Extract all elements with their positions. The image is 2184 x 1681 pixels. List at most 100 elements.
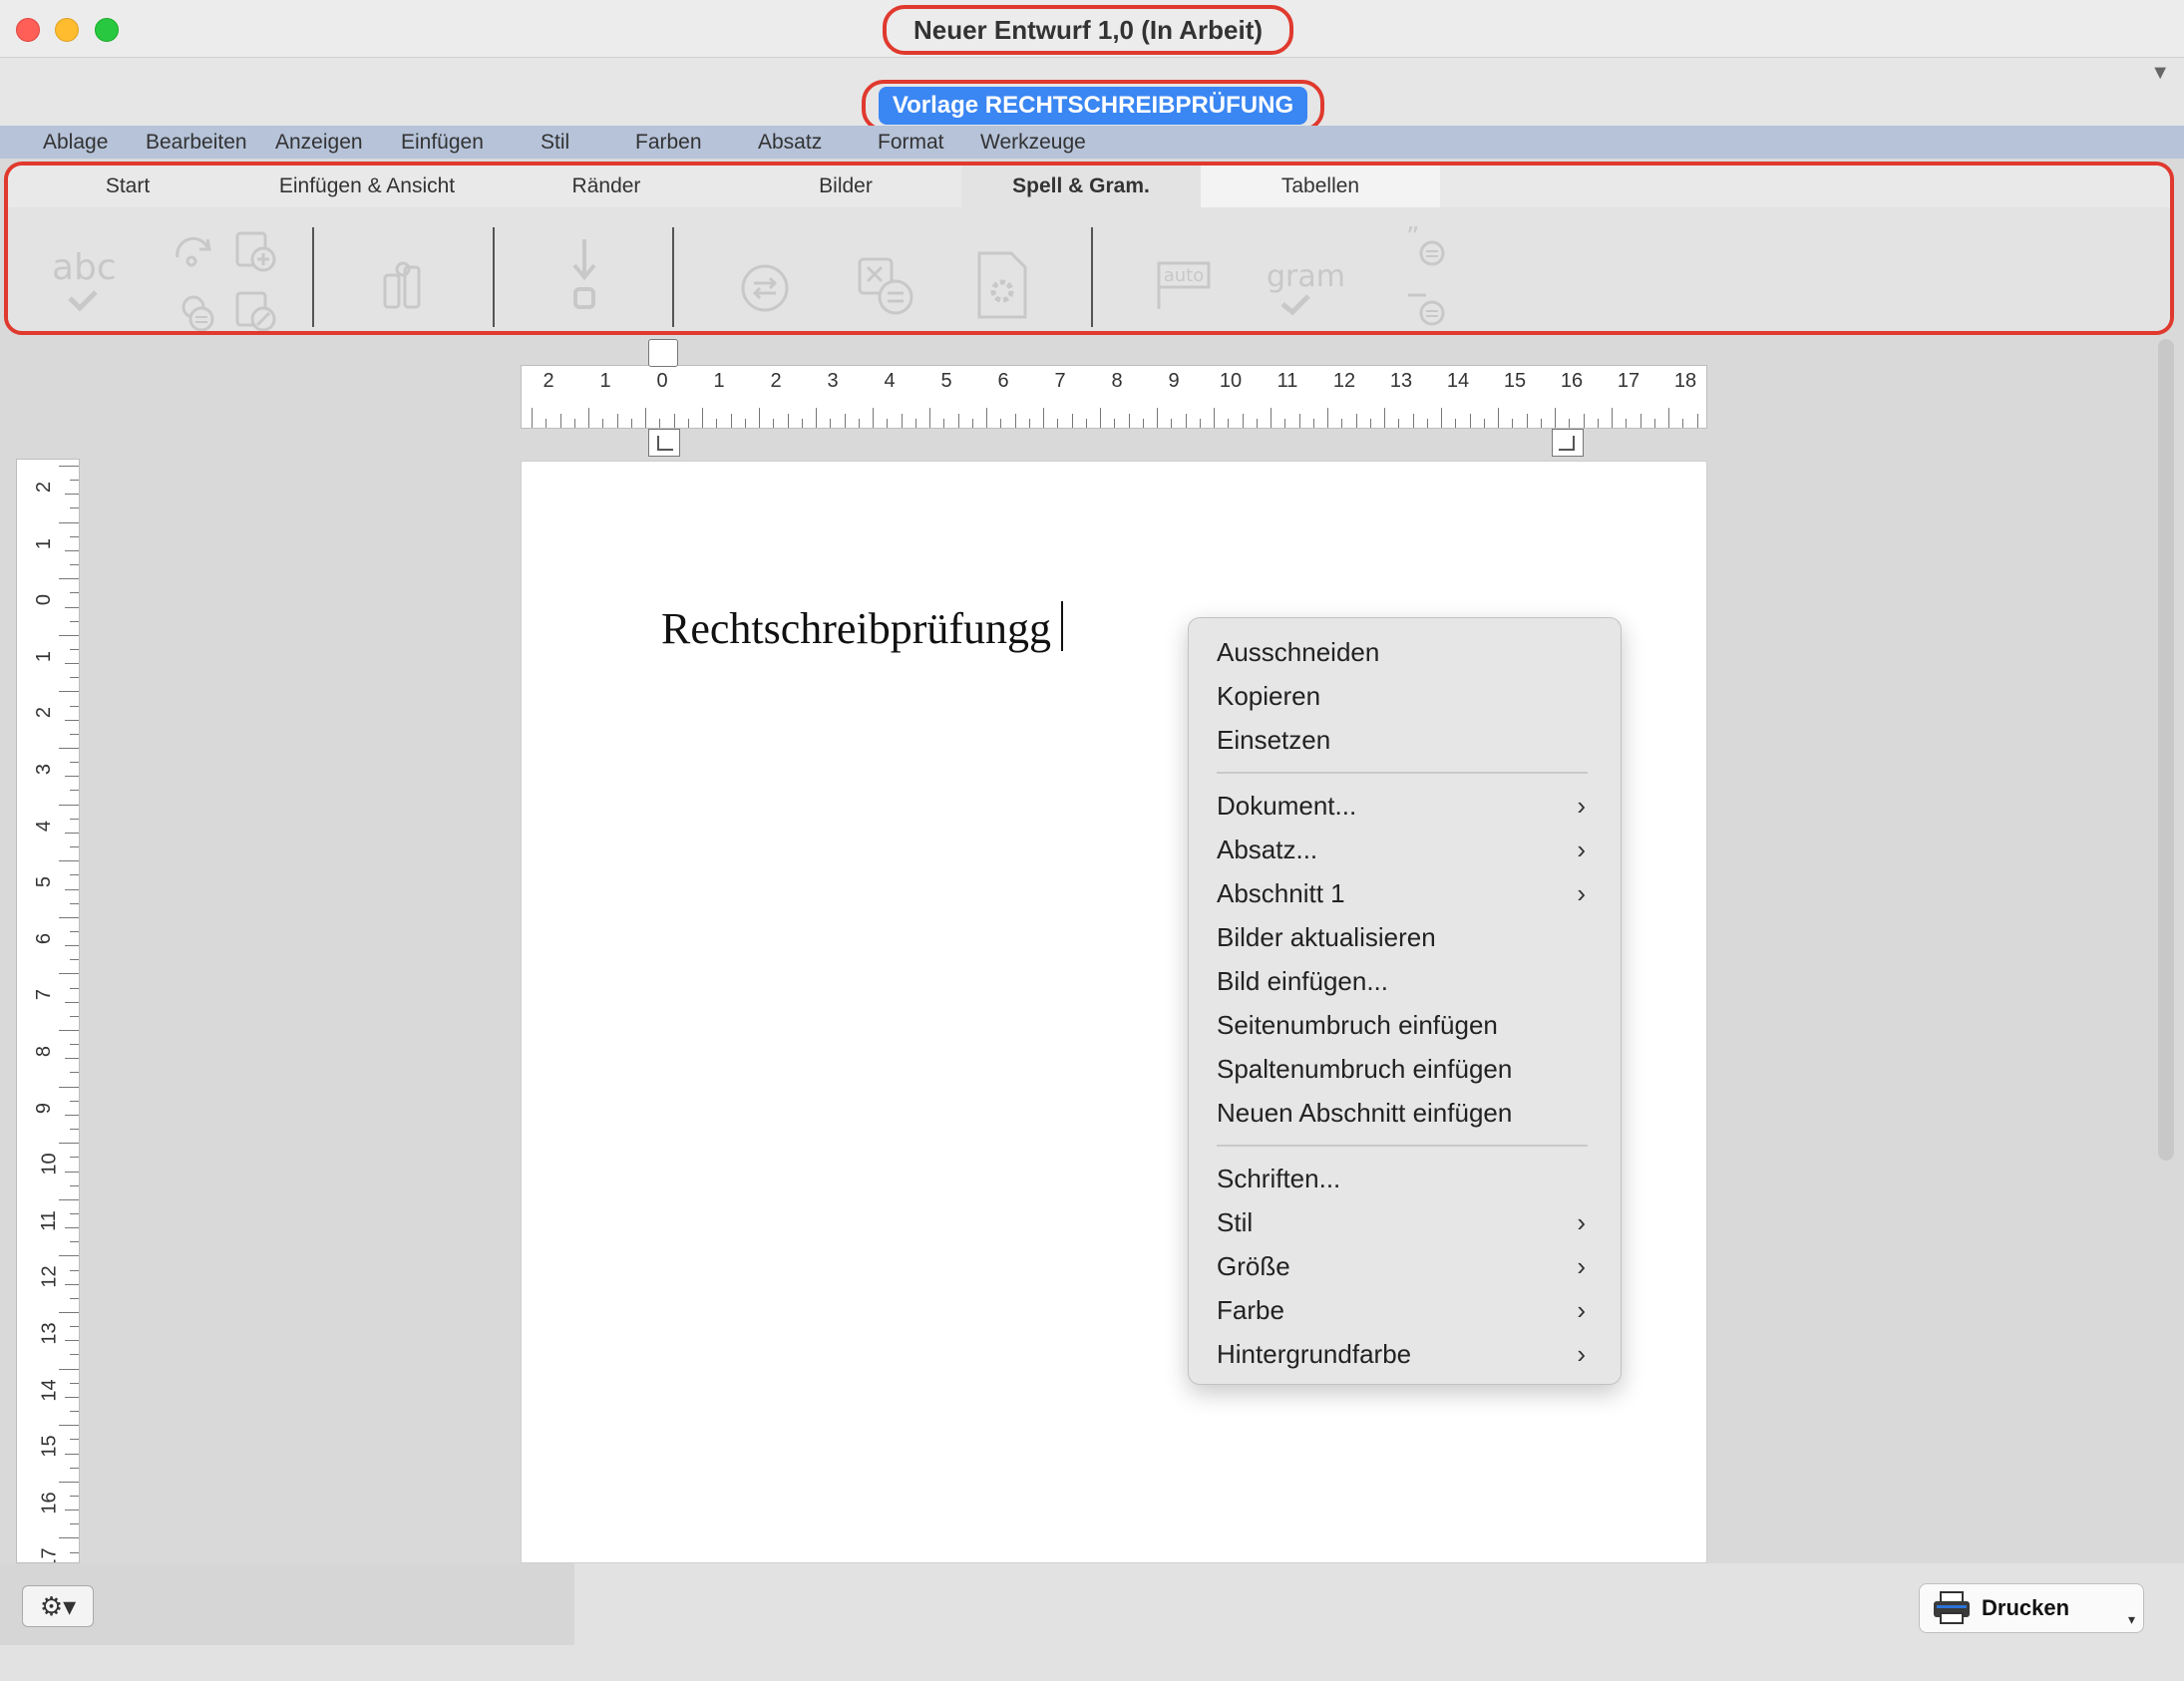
menu-item-label: Abschnitt 1 xyxy=(1217,877,1345,908)
ruler-tick xyxy=(1653,419,1655,428)
context-menu-item[interactable]: Neuen Abschnitt einfügen xyxy=(1217,1091,1606,1135)
ruler-label: 5 xyxy=(33,876,56,888)
ruler-label: 4 xyxy=(884,370,896,392)
print-button[interactable]: Drucken ▾ xyxy=(1919,1583,2144,1633)
ruler-tick xyxy=(65,1453,79,1455)
tab-raender[interactable]: Ränder xyxy=(487,166,726,207)
spell-settings-icon[interactable] xyxy=(973,247,1031,323)
context-menu-item[interactable]: Abschnitt 1 › xyxy=(1217,871,1606,915)
ruler-tick xyxy=(65,1171,79,1173)
next-error-icon[interactable] xyxy=(564,235,604,311)
right-margin-marker[interactable] xyxy=(1552,429,1584,457)
remove-dictionary-icon[interactable] xyxy=(233,289,279,331)
template-badge[interactable]: Vorlage RECHTSCHREIBPRÜFUNG xyxy=(878,87,1308,125)
ignore-word-icon[interactable] xyxy=(176,289,221,331)
context-menu-item[interactable]: Spaltenumbruch einfügen xyxy=(1217,1047,1606,1091)
ribbon-tabs: Start Einfügen & Ansicht Ränder Bilder S… xyxy=(8,166,2170,207)
close-window-button[interactable] xyxy=(16,18,40,42)
context-menu-item[interactable]: Bild einfügen... xyxy=(1217,959,1606,1003)
ruler-label: 1 xyxy=(713,370,725,392)
ruler-tick xyxy=(1455,419,1457,428)
ruler-label: 1 xyxy=(599,370,611,392)
menu-format[interactable]: Format xyxy=(878,131,944,155)
tab-start[interactable]: Start xyxy=(8,166,247,207)
ruler-tick xyxy=(1199,419,1201,428)
context-menu-item[interactable]: Einsetzen xyxy=(1217,718,1606,762)
ruler-tick xyxy=(65,1058,79,1060)
menu-absatz[interactable]: Absatz xyxy=(758,131,822,155)
menu-bearbeiten[interactable]: Bearbeiten xyxy=(146,131,247,155)
menu-anzeigen[interactable]: Anzeigen xyxy=(275,131,363,155)
context-menu-item[interactable]: Seitenumbruch einfügen xyxy=(1217,1003,1606,1047)
context-menu-item[interactable]: Absatz... › xyxy=(1217,828,1606,871)
menu-stil[interactable]: Stil xyxy=(541,131,569,155)
context-menu-item[interactable]: Ausschneiden xyxy=(1217,630,1606,674)
spellcheck-abc-icon[interactable]: abc xyxy=(52,247,117,314)
ruler-tick xyxy=(70,762,79,764)
menu-werkzeuge[interactable]: Werkzeuge xyxy=(980,131,1086,155)
ruler-tick xyxy=(70,1269,79,1271)
language-icon[interactable] xyxy=(379,257,427,311)
print-dropdown-icon[interactable]: ▾ xyxy=(2128,1611,2135,1628)
ruler-tick xyxy=(70,733,79,735)
vertical-scrollbar[interactable] xyxy=(2158,339,2174,1161)
add-dictionary-icon[interactable] xyxy=(233,229,279,275)
context-menu-item[interactable]: Schriften... xyxy=(1217,1157,1606,1200)
ruler-tick xyxy=(1128,414,1130,428)
context-menu-item[interactable]: Kopieren xyxy=(1217,674,1606,718)
ruler-label: 5 xyxy=(940,370,952,392)
window-title: Neuer Entwurf 1,0 (In Arbeit) xyxy=(912,14,1264,45)
context-menu-item[interactable]: Bilder aktualisieren xyxy=(1217,915,1606,959)
ruler-tick xyxy=(1696,414,1698,428)
collapse-arrow-icon[interactable]: ▼ xyxy=(2150,62,2170,85)
ruler-tick xyxy=(1228,419,1230,428)
context-menu-item[interactable]: Farbe › xyxy=(1217,1288,1606,1332)
app-window: Neuer Entwurf 1,0 (In Arbeit) ▼ Vorlage … xyxy=(0,0,2184,1681)
quote-replace-icon[interactable]: ” xyxy=(1404,225,1448,269)
ruler-tick xyxy=(759,408,760,428)
tab-einfuegen-ansicht[interactable]: Einfügen & Ansicht xyxy=(247,166,487,207)
ruler-tick xyxy=(1100,408,1101,428)
printer-icon xyxy=(1934,1591,1970,1624)
context-menu-item[interactable]: Hintergrundfarbe › xyxy=(1217,1332,1606,1376)
menu-ablage[interactable]: Ablage xyxy=(43,131,108,155)
gear-menu-button[interactable]: ⚙▾ xyxy=(22,1585,94,1627)
dash-replace-icon[interactable] xyxy=(1404,285,1448,329)
ruler-label: 0 xyxy=(656,370,668,392)
ruler-label: 8 xyxy=(1111,370,1123,392)
context-menu-item[interactable]: Größe › xyxy=(1217,1244,1606,1288)
left-margin-marker[interactable] xyxy=(648,429,680,457)
ruler-tick xyxy=(645,408,646,428)
auto-correct-icon[interactable]: auto xyxy=(1153,257,1215,313)
context-menu-item[interactable]: Stil › xyxy=(1217,1200,1606,1244)
vertical-ruler[interactable]: 2 1 0 1 2 3 4 5 6 7 8 9 10 11 12 13 14 15 16 17 xyxy=(16,459,80,1563)
horizontal-ruler[interactable]: 2 1 0 1 2 3 4 5 6 7 8 9 10 11 12 13 14 15 16 17 18 xyxy=(521,365,1707,429)
grammar-check-icon[interactable]: gram xyxy=(1267,259,1345,318)
minimize-window-button[interactable] xyxy=(55,18,79,42)
ruler-tick xyxy=(1256,419,1258,428)
ruler-tick xyxy=(70,987,79,989)
context-menu-item[interactable]: Dokument... › xyxy=(1217,784,1606,828)
document-text[interactable]: Rechtschreibprüfungg xyxy=(661,601,1063,654)
ruler-tick xyxy=(70,959,79,961)
ruler-tick xyxy=(70,535,79,537)
replace-all-icon[interactable] xyxy=(856,255,917,317)
tab-tabellen[interactable]: Tabellen xyxy=(1201,166,1440,207)
ruler-label: 14 xyxy=(1446,370,1470,392)
ruler-tick xyxy=(943,419,945,428)
ruler-label: 9 xyxy=(33,1102,56,1114)
ruler-tick xyxy=(1555,408,1556,428)
zoom-window-button[interactable] xyxy=(95,18,119,42)
ruler-tick xyxy=(929,408,930,428)
recheck-icon[interactable] xyxy=(172,235,217,271)
ruler-tick xyxy=(70,677,79,679)
ruler-tick xyxy=(59,1255,79,1257)
menu-einfuegen[interactable]: Einfügen xyxy=(401,131,484,155)
menu-farben[interactable]: Farben xyxy=(635,131,702,155)
ruler-tick xyxy=(59,804,79,806)
replace-icon[interactable] xyxy=(738,261,792,315)
first-line-indent-marker[interactable] xyxy=(648,339,678,367)
tab-bilder[interactable]: Bilder xyxy=(726,166,965,207)
ruler-tick xyxy=(70,1411,79,1413)
tab-spell-gram[interactable]: Spell & Gram. xyxy=(961,166,1201,207)
